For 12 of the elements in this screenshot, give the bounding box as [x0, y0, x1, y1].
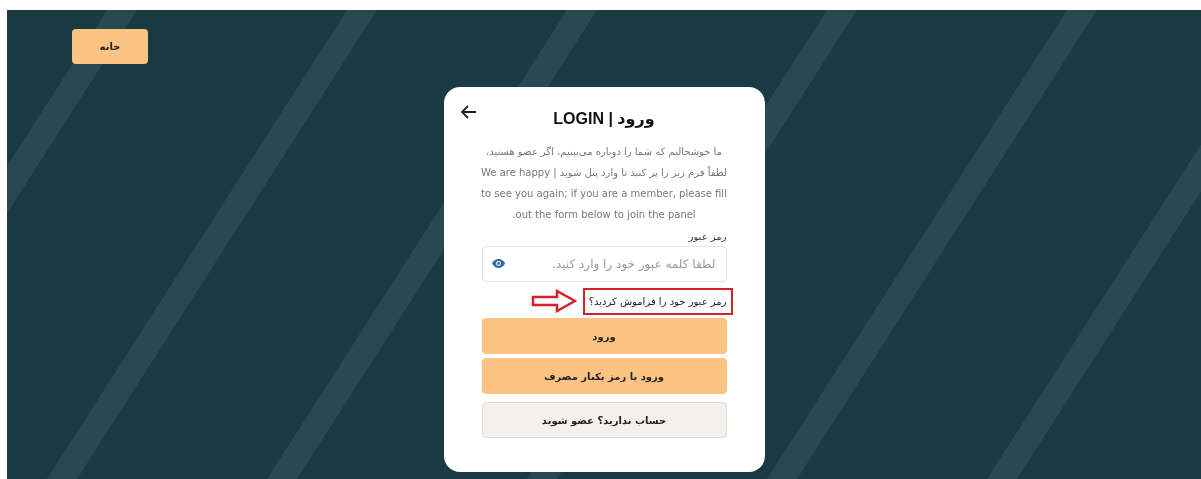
- welcome-text: ما خوشحالیم که شما را دوباره می‌بینیم، اگر عضو هستید، لطفاً فرم زیر را پر کنید تا وارد پنل شوید | We are happy to see you again; if you are a member, please fill out the form below to join the panel.: [480, 145, 728, 222]
- login-button[interactable]: ورود: [481, 318, 727, 354]
- arrow-icon: [530, 289, 577, 313]
- back-arrow-icon[interactable]: [460, 105, 477, 119]
- login-button[interactable]: ورود با رمز یکبار مصرف: [481, 358, 727, 394]
- eye-icon[interactable]: [490, 258, 506, 269]
- signup-button[interactable]: حساب ندارید؟ عضو شوید: [481, 402, 727, 438]
- password-field[interactable]: لطفا کلمه عبور خود را وارد کنید.: [481, 246, 727, 282]
- password-label: رمز عبور: [687, 231, 727, 242]
- login-title: ورود | LOGIN: [553, 108, 655, 128]
- forgot-password-link[interactable]: رمز عبور خود را فراموش کردید؟: [582, 287, 733, 315]
- home-button[interactable]: خانه: [72, 29, 148, 64]
